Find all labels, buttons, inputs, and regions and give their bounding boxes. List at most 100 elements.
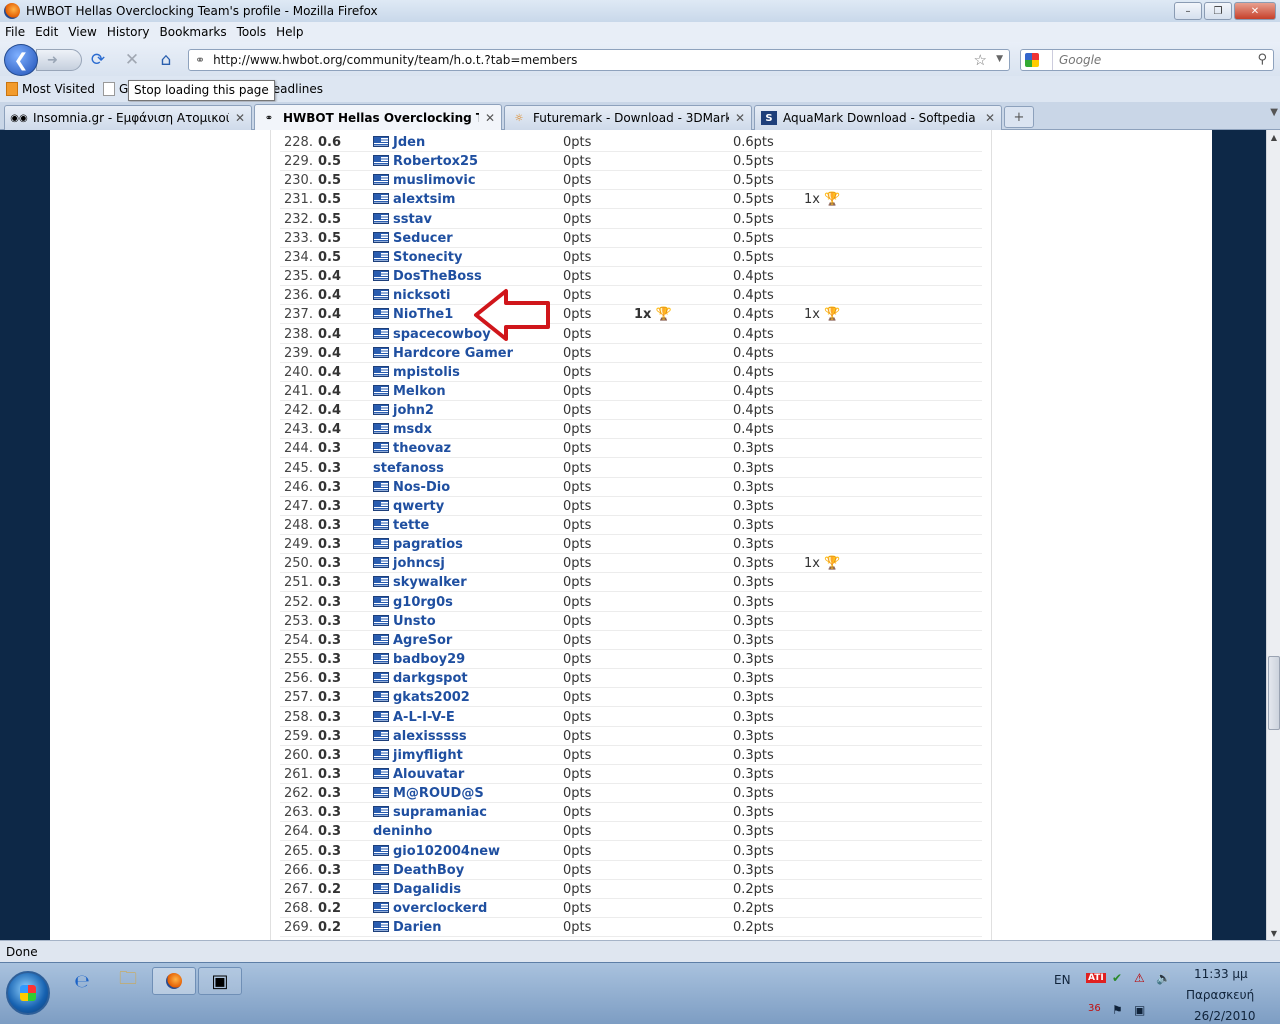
member-pts-col1: 0pts: [563, 690, 592, 706]
minimize-button[interactable]: –: [1174, 2, 1202, 20]
member-name-link[interactable]: AgreSor: [393, 633, 452, 648]
clock-day[interactable]: Παρασκευή: [1186, 988, 1254, 1002]
member-name-link[interactable]: stefanoss: [373, 461, 444, 476]
clock-time[interactable]: 11:33 μμ: [1194, 967, 1248, 981]
member-name-link[interactable]: Nos-Dio: [393, 480, 450, 495]
member-name-link[interactable]: theovaz: [393, 441, 451, 456]
menu-tools[interactable]: Tools: [237, 25, 267, 39]
menu-history[interactable]: History: [107, 25, 150, 39]
menu-view[interactable]: View: [68, 25, 96, 39]
action-center-icon[interactable]: ⚑: [1112, 1003, 1123, 1017]
tab-hwbot[interactable]: ⚭ HWBOT Hellas Overclocking Tea... ✕: [254, 104, 502, 131]
tab-futuremark[interactable]: ☼ Futuremark - Download - 3DMark0... ✕: [504, 105, 752, 130]
member-name-link[interactable]: deninho: [373, 824, 432, 839]
tab-scroll-icon[interactable]: ▼: [1270, 107, 1278, 118]
ati-icon[interactable]: ATI: [1086, 973, 1106, 983]
member-name-link[interactable]: tette: [393, 518, 429, 533]
menu-bookmarks[interactable]: Bookmarks: [160, 25, 227, 39]
member-name-link[interactable]: johncsj: [393, 556, 445, 571]
member-name-link[interactable]: pagratios: [393, 537, 463, 552]
tab-close-icon[interactable]: ✕: [735, 111, 745, 125]
member-name-link[interactable]: DeathBoy: [393, 863, 464, 878]
member-name-link[interactable]: g10rg0s: [393, 595, 453, 610]
site-identity-icon[interactable]: ⚭: [195, 53, 205, 67]
tab-close-icon[interactable]: ✕: [235, 111, 245, 125]
member-name-link[interactable]: skywalker: [393, 575, 467, 590]
member-name-link[interactable]: john2: [393, 403, 434, 418]
tab-close-icon[interactable]: ✕: [485, 111, 495, 125]
url-text[interactable]: http://www.hwbot.org/community/team/h.o.…: [213, 53, 577, 67]
maximize-button[interactable]: ❐: [1204, 2, 1232, 20]
scroll-down-icon[interactable]: ▼: [1267, 926, 1280, 940]
search-icon[interactable]: ⚲: [1257, 52, 1267, 67]
member-name-link[interactable]: jimyflight: [393, 748, 463, 763]
menu-file[interactable]: File: [5, 25, 25, 39]
menu-edit[interactable]: Edit: [35, 25, 58, 39]
greece-flag-icon: [373, 519, 389, 530]
member-name-link[interactable]: DosTheBoss: [393, 269, 482, 284]
stop-icon[interactable]: ✕: [122, 50, 142, 70]
member-name-link[interactable]: M@ROUD@S: [393, 786, 484, 801]
member-name-link[interactable]: Melkon: [393, 384, 446, 399]
member-name-link[interactable]: sstav: [393, 212, 432, 227]
member-name-link[interactable]: Dagalidis: [393, 882, 461, 897]
menu-help[interactable]: Help: [276, 25, 303, 39]
back-button[interactable]: ❮: [4, 44, 38, 76]
member-rank: 231.: [284, 192, 313, 208]
member-name-link[interactable]: muslimovic: [393, 173, 476, 188]
table-row: 265. 0.3 gio102004new 0pts 0.3pts: [280, 842, 982, 861]
member-name-link[interactable]: qwerty: [393, 499, 444, 514]
member-name-link[interactable]: Stonecity: [393, 250, 462, 265]
bookmark-star-icon[interactable]: ☆: [974, 51, 987, 69]
member-points: 0.3: [318, 594, 342, 610]
member-name-link[interactable]: Darien: [393, 920, 442, 935]
network-icon[interactable]: ✔: [1112, 971, 1122, 985]
member-name-link[interactable]: Robertox25: [393, 154, 478, 169]
member-name-link[interactable]: Hardcore Gamer: [393, 346, 513, 361]
language-indicator[interactable]: EN: [1054, 973, 1071, 987]
volume-icon[interactable]: 🔊: [1156, 971, 1171, 985]
tab-insomnia[interactable]: ◉◉ Insomnia.gr - Εμφάνιση Ατομικού ... ✕: [4, 105, 252, 130]
member-name-link[interactable]: A-L-I-V-E: [393, 710, 455, 725]
search-input[interactable]: [1059, 53, 1249, 67]
scrollbar-thumb[interactable]: [1268, 656, 1280, 730]
member-name-link[interactable]: msdx: [393, 422, 432, 437]
vertical-scrollbar[interactable]: ▲ ▼: [1266, 130, 1280, 940]
scroll-up-icon[interactable]: ▲: [1267, 130, 1280, 144]
member-name-link[interactable]: alexisssss: [393, 729, 467, 744]
member-name-link[interactable]: Unsto: [393, 614, 436, 629]
explorer-folder-icon[interactable]: 🗀: [106, 967, 150, 995]
member-name-link[interactable]: gio102004new: [393, 844, 500, 859]
bookmark-most-visited[interactable]: Most Visited: [6, 82, 95, 96]
url-bar[interactable]: ⚭ http://www.hwbot.org/community/team/h.…: [188, 49, 1010, 71]
start-button[interactable]: [6, 971, 50, 1015]
firefox-taskbar-button[interactable]: [152, 967, 196, 995]
home-icon[interactable]: ⌂: [156, 50, 176, 70]
member-name-link[interactable]: supramaniac: [393, 805, 487, 820]
member-name-link[interactable]: badboy29: [393, 652, 465, 667]
member-name-link[interactable]: overclockerd: [393, 901, 487, 916]
member-name-link[interactable]: Seducer: [393, 231, 453, 246]
new-tab-button[interactable]: +: [1004, 106, 1034, 128]
member-name-link[interactable]: nicksoti: [393, 288, 450, 303]
tab-close-icon[interactable]: ✕: [985, 111, 995, 125]
close-window-button[interactable]: ✕: [1234, 2, 1276, 20]
search-engine-selector[interactable]: [1021, 50, 1053, 70]
forward-button[interactable]: ➜: [36, 49, 82, 71]
reload-icon[interactable]: ⟳: [88, 50, 108, 70]
member-name-link[interactable]: NioThe1: [393, 307, 453, 322]
clock-date[interactable]: 26/2/2010: [1194, 1009, 1256, 1023]
tab-softpedia[interactable]: S AquaMark Download - Softpedia ✕: [754, 105, 1002, 130]
search-bar[interactable]: ⚲: [1020, 49, 1274, 71]
member-name-link[interactable]: Jden: [393, 135, 425, 150]
member-name-link[interactable]: alextsim: [393, 192, 455, 207]
url-dropdown-icon[interactable]: ▼: [996, 54, 1003, 64]
member-name-link[interactable]: darkgspot: [393, 671, 468, 686]
display-icon[interactable]: ▣: [1134, 1003, 1145, 1017]
internet-explorer-icon[interactable]: ℮: [60, 967, 104, 995]
member-name-link[interactable]: mpistolis: [393, 365, 460, 380]
member-name-link[interactable]: gkats2002: [393, 690, 470, 705]
member-name-link[interactable]: Alouvatar: [393, 767, 464, 782]
window-taskbar-button[interactable]: ▣: [198, 967, 242, 995]
update-icon[interactable]: ⚠: [1134, 971, 1145, 985]
